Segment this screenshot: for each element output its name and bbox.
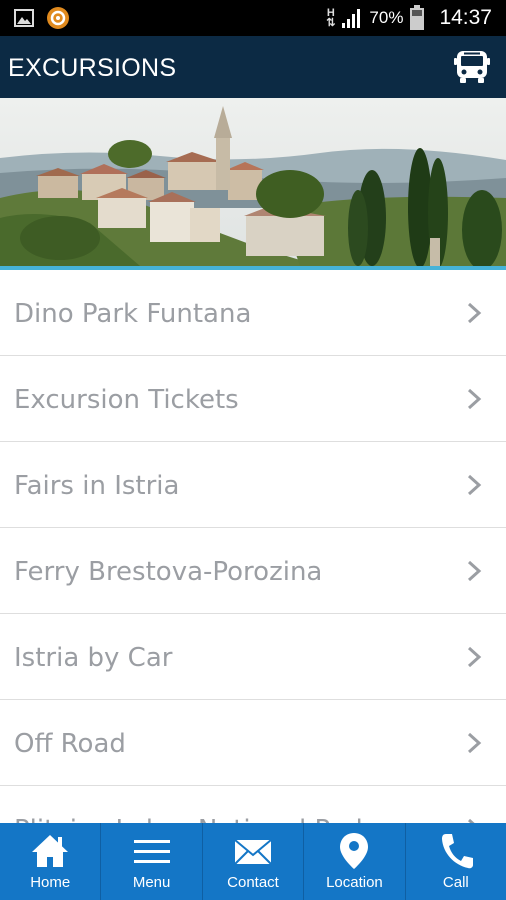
list-item-label: Istria by Car — [14, 643, 173, 673]
nav-contact[interactable]: Contact — [203, 823, 305, 900]
app-bar: EXCURSIONS — [0, 36, 506, 98]
chevron-right-icon — [467, 302, 482, 324]
list-item[interactable]: Off Road — [0, 700, 506, 786]
chevron-right-icon — [467, 388, 482, 410]
list-item[interactable]: Fairs in Istria — [0, 442, 506, 528]
gallery-icon — [14, 9, 34, 27]
nav-home-label: Home — [30, 874, 71, 891]
list-item-label: Excursion Tickets — [14, 385, 239, 415]
chevron-right-icon — [467, 732, 482, 754]
list-item-label: Dino Park Funtana — [14, 299, 252, 329]
status-bar: H ⇅ 70% 14:37 — [0, 0, 506, 36]
bottom-nav: Home Menu Contact Location Call — [0, 823, 506, 900]
bus-icon[interactable] — [454, 50, 490, 84]
chevron-right-icon — [467, 560, 482, 582]
list-item[interactable]: Excursion Tickets — [0, 356, 506, 442]
menu-icon — [133, 840, 170, 863]
phone-icon — [441, 834, 473, 869]
hero-image — [0, 98, 506, 266]
notification-app-icon — [47, 7, 69, 29]
page-title: EXCURSIONS — [8, 54, 177, 82]
nav-home[interactable]: Home — [0, 823, 102, 900]
clock: 14:37 — [439, 6, 492, 29]
nav-location-label: Location — [326, 874, 383, 891]
list-item-label: Off Road — [14, 729, 126, 759]
nav-contact-label: Contact — [227, 874, 279, 891]
nav-location[interactable]: Location — [304, 823, 406, 900]
mail-icon — [234, 839, 272, 865]
list-item-label: Fairs in Istria — [14, 471, 180, 501]
nav-menu[interactable]: Menu — [101, 823, 203, 900]
list-item-label: Plitvice Lakes National Park — [14, 815, 371, 823]
nav-call-label: Call — [442, 874, 469, 891]
excursion-list: Dino Park Funtana Excursion Tickets Fair… — [0, 270, 506, 823]
list-item[interactable]: Plitvice Lakes National Park — [0, 786, 506, 823]
list-item[interactable]: Istria by Car — [0, 614, 506, 700]
network-type: H ⇅ — [326, 7, 336, 29]
battery-icon — [410, 5, 425, 30]
chevron-right-icon — [467, 474, 482, 496]
nav-call[interactable]: Call — [406, 823, 506, 900]
home-icon — [32, 835, 69, 867]
list-item[interactable]: Dino Park Funtana — [0, 270, 506, 356]
list-item-label: Ferry Brestova-Porozina — [14, 557, 323, 587]
chevron-right-icon — [467, 646, 482, 668]
nav-menu-label: Menu — [132, 874, 171, 891]
list-item[interactable]: Ferry Brestova-Porozina — [0, 528, 506, 614]
location-pin-icon — [340, 833, 369, 869]
battery-percent: 70% — [369, 8, 404, 27]
signal-icon — [342, 9, 361, 28]
